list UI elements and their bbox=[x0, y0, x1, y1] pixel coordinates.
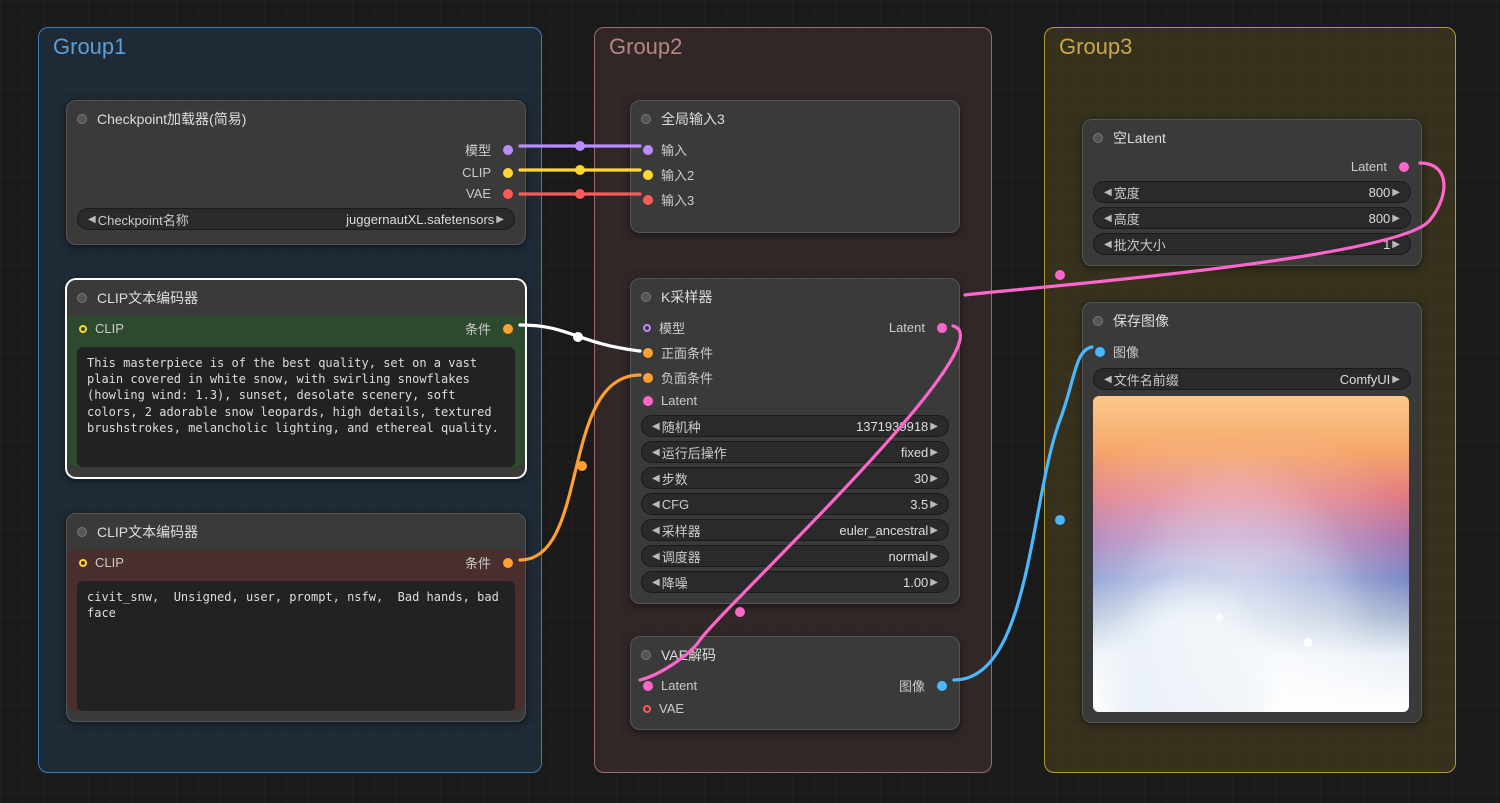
chevron-left-icon[interactable]: ◀ bbox=[650, 473, 662, 484]
input-model[interactable]: 模型 bbox=[643, 318, 685, 337]
collapse-dot-icon[interactable] bbox=[77, 293, 87, 303]
collapse-dot-icon[interactable] bbox=[77, 114, 87, 124]
collapse-dot-icon[interactable] bbox=[1093, 316, 1103, 326]
widget-batch[interactable]: ◀批次大小1▶ bbox=[1093, 233, 1411, 255]
node-title: 保存图像 bbox=[1113, 311, 1169, 331]
chevron-right-icon[interactable]: ▶ bbox=[1390, 239, 1402, 250]
chevron-right-icon[interactable]: ▶ bbox=[1390, 213, 1402, 224]
node-clip-positive[interactable]: CLIP文本编码器 CLIP 条件 This masterpiece is of… bbox=[66, 279, 526, 478]
chevron-right-icon[interactable]: ▶ bbox=[928, 447, 940, 458]
chevron-right-icon[interactable]: ▶ bbox=[494, 214, 506, 225]
chevron-left-icon[interactable]: ◀ bbox=[1102, 187, 1114, 198]
chevron-left-icon[interactable]: ◀ bbox=[650, 499, 662, 510]
node-title: Checkpoint加载器(简易) bbox=[97, 109, 246, 129]
input-latent[interactable]: Latent bbox=[643, 678, 697, 693]
node-empty-latent[interactable]: 空Latent Latent ◀宽度800▶ ◀高度800▶ ◀批次大小1▶ bbox=[1082, 119, 1422, 266]
group-3-label: Group3 bbox=[1059, 34, 1132, 60]
widget-denoise[interactable]: ◀降噪1.00▶ bbox=[641, 571, 949, 593]
output-conditioning[interactable]: 条件 bbox=[465, 319, 513, 338]
chevron-left-icon[interactable]: ◀ bbox=[1102, 213, 1114, 224]
node-header[interactable]: 空Latent bbox=[1083, 120, 1421, 156]
node-save-image[interactable]: 保存图像 图像 ◀文件名前缀ComfyUI▶ bbox=[1082, 302, 1422, 723]
node-clip-negative[interactable]: CLIP文本编码器 CLIP 条件 civit_snw, Unsigned, u… bbox=[66, 513, 526, 722]
widget-scheduler[interactable]: ◀调度器normal▶ bbox=[641, 545, 949, 567]
group-2-label: Group2 bbox=[609, 34, 682, 60]
chevron-right-icon[interactable]: ▶ bbox=[928, 473, 940, 484]
input-clip[interactable]: CLIP bbox=[79, 555, 124, 570]
collapse-dot-icon[interactable] bbox=[77, 527, 87, 537]
widget-width[interactable]: ◀宽度800▶ bbox=[1093, 181, 1411, 203]
input-2[interactable]: 输入2 bbox=[643, 165, 694, 184]
node-ksampler[interactable]: K采样器 模型 Latent 正面条件 负面条件 Latent ◀随机种1371… bbox=[630, 278, 960, 604]
output-conditioning[interactable]: 条件 bbox=[465, 553, 513, 572]
output-latent[interactable]: Latent bbox=[1351, 159, 1409, 174]
chevron-right-icon[interactable]: ▶ bbox=[1390, 187, 1402, 198]
widget-seed[interactable]: ◀随机种1371939918▶ bbox=[641, 415, 949, 437]
chevron-left-icon[interactable]: ◀ bbox=[650, 551, 662, 562]
widget-cfg[interactable]: ◀CFG3.5▶ bbox=[641, 493, 949, 515]
chevron-left-icon[interactable]: ◀ bbox=[650, 525, 662, 536]
widget-filename-prefix[interactable]: ◀文件名前缀ComfyUI▶ bbox=[1093, 368, 1411, 390]
node-title: K采样器 bbox=[661, 287, 712, 307]
widget-sampler[interactable]: ◀采样器euler_ancestral▶ bbox=[641, 519, 949, 541]
chevron-left-icon[interactable]: ◀ bbox=[86, 214, 98, 225]
collapse-dot-icon[interactable] bbox=[1093, 133, 1103, 143]
chevron-right-icon[interactable]: ▶ bbox=[928, 421, 940, 432]
collapse-dot-icon[interactable] bbox=[641, 292, 651, 302]
input-latent[interactable]: Latent bbox=[643, 393, 697, 408]
node-header[interactable]: VAE解码 bbox=[631, 637, 959, 673]
node-header[interactable]: 保存图像 bbox=[1083, 303, 1421, 339]
widget-checkpoint-name[interactable]: ◀ Checkpoint名称 juggernautXL.safetensors … bbox=[77, 208, 515, 230]
input-3[interactable]: 输入3 bbox=[643, 190, 694, 209]
node-header[interactable]: CLIP文本编码器 bbox=[67, 514, 525, 550]
input-1[interactable]: 输入 bbox=[643, 140, 687, 159]
node-header[interactable]: CLIP文本编码器 bbox=[67, 280, 525, 316]
widget-steps[interactable]: ◀步数30▶ bbox=[641, 467, 949, 489]
widget-after[interactable]: ◀运行后操作fixed▶ bbox=[641, 441, 949, 463]
collapse-dot-icon[interactable] bbox=[641, 114, 651, 124]
input-image[interactable]: 图像 bbox=[1095, 342, 1139, 361]
output-image[interactable]: 图像 bbox=[899, 676, 947, 695]
chevron-right-icon[interactable]: ▶ bbox=[928, 525, 940, 536]
collapse-dot-icon[interactable] bbox=[641, 650, 651, 660]
output-vae[interactable]: VAE bbox=[466, 186, 513, 201]
node-title: CLIP文本编码器 bbox=[97, 522, 198, 542]
prompt-text-input[interactable]: This masterpiece is of the best quality,… bbox=[77, 347, 515, 467]
node-title: 空Latent bbox=[1113, 128, 1166, 148]
chevron-right-icon[interactable]: ▶ bbox=[1390, 374, 1402, 385]
widget-height[interactable]: ◀高度800▶ bbox=[1093, 207, 1411, 229]
node-title: VAE解码 bbox=[661, 645, 716, 665]
output-latent[interactable]: Latent bbox=[889, 320, 947, 335]
chevron-left-icon[interactable]: ◀ bbox=[1102, 239, 1114, 250]
chevron-right-icon[interactable]: ▶ bbox=[928, 499, 940, 510]
image-preview[interactable] bbox=[1093, 396, 1409, 712]
chevron-right-icon[interactable]: ▶ bbox=[928, 577, 940, 588]
chevron-left-icon[interactable]: ◀ bbox=[650, 421, 662, 432]
input-negative[interactable]: 负面条件 bbox=[643, 368, 713, 387]
node-header[interactable]: Checkpoint加载器(简易) bbox=[67, 101, 525, 137]
input-clip[interactable]: CLIP bbox=[79, 321, 124, 336]
node-title: 全局输入3 bbox=[661, 109, 725, 129]
output-clip[interactable]: CLIP bbox=[462, 165, 513, 180]
chevron-left-icon[interactable]: ◀ bbox=[1102, 374, 1114, 385]
output-model[interactable]: 模型 bbox=[465, 140, 513, 159]
chevron-left-icon[interactable]: ◀ bbox=[650, 577, 662, 588]
input-positive[interactable]: 正面条件 bbox=[643, 343, 713, 362]
chevron-left-icon[interactable]: ◀ bbox=[650, 447, 662, 458]
group-1-label: Group1 bbox=[53, 34, 126, 60]
node-vae-decode[interactable]: VAE解码 Latent 图像 VAE bbox=[630, 636, 960, 730]
node-title: CLIP文本编码器 bbox=[97, 288, 198, 308]
node-checkpoint-loader[interactable]: Checkpoint加载器(简易) 模型 CLIP VAE ◀ Checkpoi… bbox=[66, 100, 526, 245]
node-global-input[interactable]: 全局输入3 输入 输入2 输入3 bbox=[630, 100, 960, 233]
node-header[interactable]: K采样器 bbox=[631, 279, 959, 315]
prompt-text-input[interactable]: civit_snw, Unsigned, user, prompt, nsfw,… bbox=[77, 581, 515, 711]
chevron-right-icon[interactable]: ▶ bbox=[928, 551, 940, 562]
node-header[interactable]: 全局输入3 bbox=[631, 101, 959, 137]
input-vae[interactable]: VAE bbox=[643, 701, 684, 716]
